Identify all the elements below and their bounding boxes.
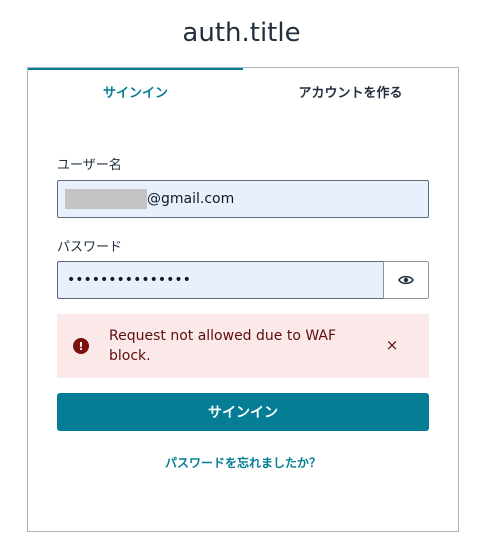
tab-create-account[interactable]: アカウントを作る bbox=[243, 68, 458, 112]
error-alert: ! Request not allowed due to WAF block. … bbox=[57, 314, 429, 378]
username-label: ユーザー名 bbox=[57, 158, 122, 173]
close-icon[interactable]: × bbox=[383, 336, 401, 354]
password-input[interactable]: ••••••••••••••• bbox=[57, 261, 384, 299]
auth-tabs: サインイン アカウントを作る bbox=[28, 68, 458, 112]
page-title: auth.title bbox=[182, 18, 301, 48]
username-input[interactable]: @gmail.com bbox=[57, 180, 429, 218]
eye-icon bbox=[398, 275, 414, 285]
error-icon: ! bbox=[73, 338, 89, 354]
password-label: パスワード bbox=[57, 240, 123, 255]
show-password-button[interactable] bbox=[383, 261, 429, 299]
username-value: @gmail.com bbox=[147, 191, 235, 207]
auth-card: サインイン アカウントを作る ユーザー名 @gmail.com パスワード ••… bbox=[27, 67, 459, 532]
alert-message: Request not allowed due to WAF block. bbox=[109, 328, 337, 364]
sign-in-button[interactable]: サインイン bbox=[57, 393, 429, 431]
forgot-password-link[interactable]: パスワードを忘れましたか？ bbox=[28, 454, 458, 471]
redacted-text bbox=[65, 189, 147, 209]
tab-sign-in[interactable]: サインイン bbox=[28, 68, 243, 112]
